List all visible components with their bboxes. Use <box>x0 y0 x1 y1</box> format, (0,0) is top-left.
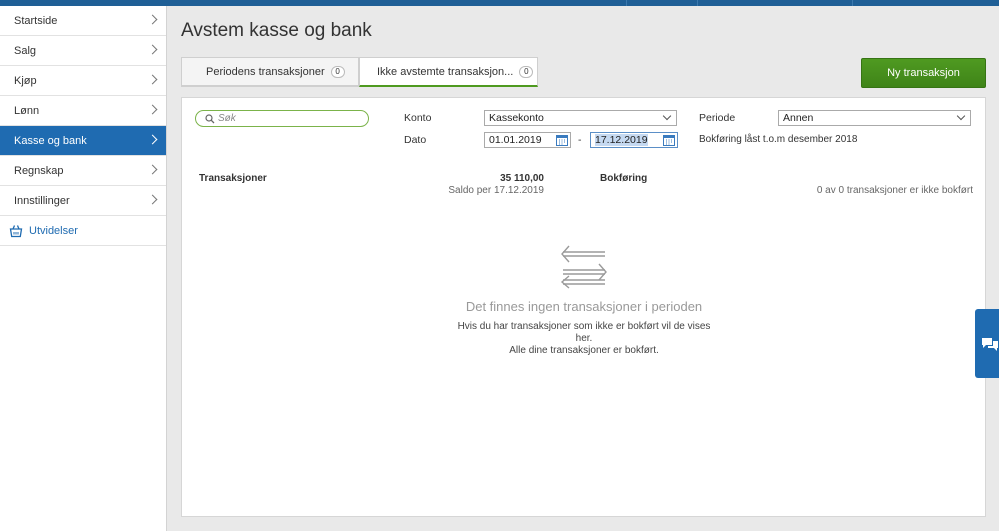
date-to-value: 17.12.2019 <box>595 134 648 146</box>
empty-state-line: Hvis du har transaksjoner som ikke er bo… <box>457 321 711 344</box>
chevron-right-icon <box>147 134 158 145</box>
tab-label: Ikke avstemte transaksjon... <box>377 65 514 78</box>
date-from-field[interactable]: 01.01.2019 <box>484 132 571 148</box>
shopping-basket-icon <box>9 224 23 237</box>
sidebar-item-label: Salg <box>14 44 37 57</box>
transfer-arrows-icon <box>560 245 607 289</box>
transactions-panel: Konto Kassekonto Dato 01.01.2019 - 17.12… <box>181 97 986 517</box>
chevron-right-icon <box>147 104 158 115</box>
sidebar-item-lonn[interactable]: Lønn <box>0 96 166 126</box>
chevron-right-icon <box>147 44 158 55</box>
top-bar-divider <box>852 0 853 6</box>
empty-state-line: Alle dine transaksjoner er bokført. <box>509 345 659 356</box>
sidebar-item-kasse-og-bank[interactable]: Kasse og bank <box>0 126 166 156</box>
period-label: Periode <box>699 112 736 124</box>
empty-state-title: Det finnes ingen transaksjoner i periode… <box>465 299 703 314</box>
sidebar: Startside Salg Kjøp Lønn Kasse og bank R… <box>0 6 167 531</box>
search-box[interactable] <box>195 110 369 127</box>
calendar-icon[interactable] <box>556 134 568 146</box>
empty-state-text: Hvis du har transaksjoner som ikke er bo… <box>454 321 714 357</box>
top-bar-divider <box>697 0 698 6</box>
sidebar-item-label: Innstillinger <box>14 194 70 207</box>
page-title: Avstem kasse og bank <box>181 20 372 41</box>
search-input[interactable] <box>218 111 363 125</box>
sidebar-extensions-label: Utvidelser <box>29 224 78 237</box>
top-bar-divider <box>626 0 627 6</box>
chat-button[interactable] <box>975 309 999 378</box>
chevron-down-icon <box>662 111 672 121</box>
booking-lock-text: Bokføring låst t.o.m desember 2018 <box>699 134 858 145</box>
sidebar-item-label: Regnskap <box>14 164 64 177</box>
sidebar-item-regnskap[interactable]: Regnskap <box>0 156 166 186</box>
period-select[interactable]: Annen <box>778 110 971 126</box>
date-from-value: 01.01.2019 <box>489 134 542 146</box>
booking-status-text: 0 av 0 transaksjoner er ikke bokført <box>816 185 973 196</box>
tab-count-badge: 0 <box>519 65 534 78</box>
sidebar-item-label: Kasse og bank <box>14 134 87 147</box>
sidebar-item-salg[interactable]: Salg <box>0 36 166 66</box>
transactions-amount: 35 110,00 <box>500 173 544 184</box>
tab-ikke-avstemte-transaksjoner[interactable]: Ikke avstemte transaksjon... 0 <box>359 57 538 87</box>
account-label: Konto <box>404 112 432 124</box>
tab-label: Periodens transaksjoner <box>206 65 325 78</box>
transactions-label: Transaksjoner <box>199 173 267 184</box>
chevron-down-icon <box>956 111 966 121</box>
date-label: Dato <box>404 134 427 146</box>
calendar-icon[interactable] <box>663 134 675 146</box>
tab-periodens-transaksjoner[interactable]: Periodens transaksjoner 0 <box>181 57 359 87</box>
chat-bubbles-icon <box>982 338 998 351</box>
search-icon <box>205 114 215 124</box>
tab-count-badge: 0 <box>330 65 345 78</box>
chevron-right-icon <box>147 194 158 205</box>
new-transaction-button[interactable]: Ny transaksjon <box>861 58 986 88</box>
sidebar-item-innstillinger[interactable]: Innstillinger <box>0 186 166 216</box>
chevron-right-icon <box>147 164 158 175</box>
sidebar-item-startside[interactable]: Startside <box>0 6 166 36</box>
booking-label: Bokføring <box>600 173 648 184</box>
sidebar-item-utvidelser[interactable]: Utvidelser <box>0 216 166 246</box>
date-separator: - <box>578 134 582 146</box>
balance-date-text: Saldo per 17.12.2019 <box>448 185 544 196</box>
chevron-right-icon <box>147 14 158 25</box>
account-select[interactable]: Kassekonto <box>484 110 677 126</box>
period-select-value: Annen <box>783 112 814 124</box>
date-to-field[interactable]: 17.12.2019 <box>590 132 678 148</box>
sidebar-item-label: Kjøp <box>14 74 37 87</box>
sidebar-item-kjop[interactable]: Kjøp <box>0 66 166 96</box>
account-select-value: Kassekonto <box>489 112 544 124</box>
sidebar-item-label: Startside <box>14 14 58 27</box>
sidebar-item-label: Lønn <box>14 104 40 117</box>
chevron-right-icon <box>147 74 158 85</box>
